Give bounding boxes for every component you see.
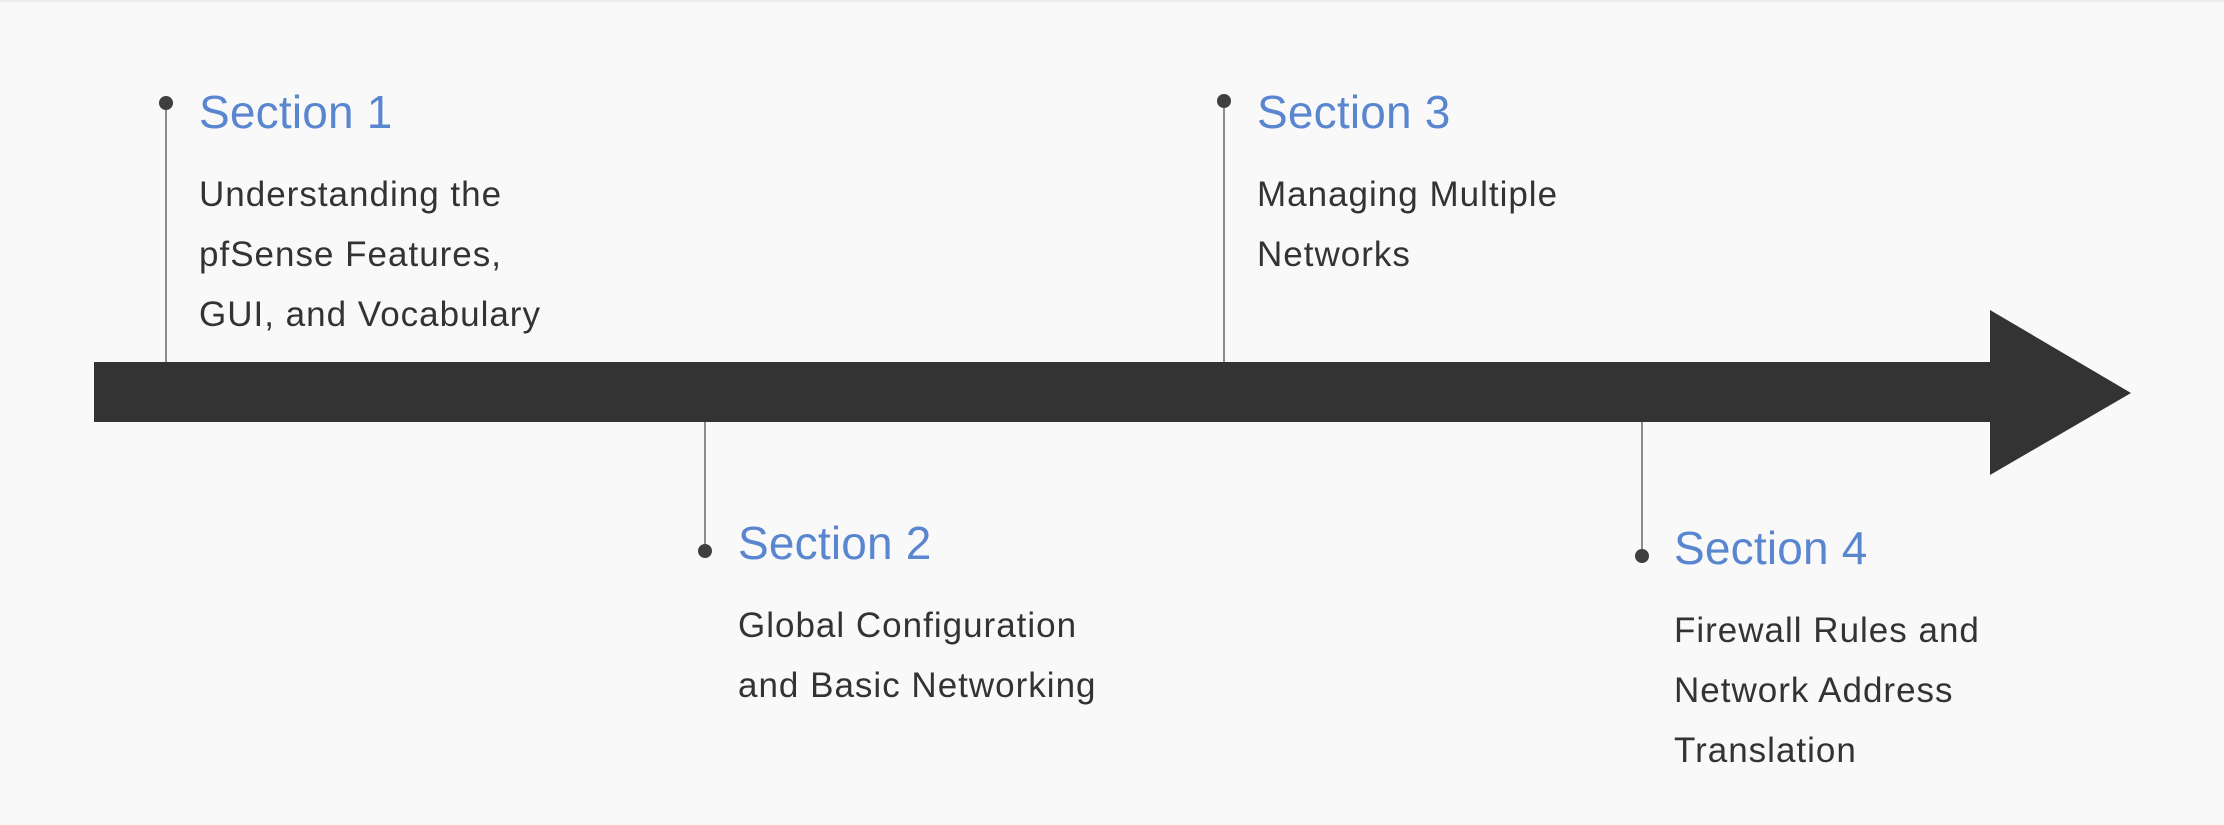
section-2-title: Section 2 — [738, 517, 932, 569]
section-4-connector — [1635, 422, 1649, 563]
section-2-marker-dot — [698, 544, 712, 558]
section-4-description-line-2: Network Address — [1674, 671, 1954, 710]
section-3-connector — [1217, 94, 1231, 362]
section-3-description-line-1: Managing Multiple — [1257, 175, 1559, 214]
section-2-connector — [698, 422, 712, 558]
section-4-description: Firewall Rules and Network Address Trans… — [1674, 601, 1980, 781]
section-4-title: Section 4 — [1674, 522, 1868, 574]
section-1-description: Understanding the pfSense Features, GUI,… — [199, 165, 541, 345]
section-4-description-line-1: Firewall Rules and — [1674, 611, 1980, 650]
section-1-description-line-2: pfSense Features, — [199, 235, 502, 274]
timeline-diagram-canvas: Section 1 Understanding the pfSense Feat… — [0, 0, 2224, 825]
timeline-arrow-shaft — [94, 362, 2001, 422]
section-2-description-line-2: and Basic Networking — [738, 666, 1097, 705]
section-1-title: Section 1 — [199, 86, 393, 138]
section-2-description: Global Configuration and Basic Networkin… — [738, 596, 1097, 716]
section-1-description-line-3: GUI, and Vocabulary — [199, 295, 541, 334]
timeline-arrow-head — [1990, 310, 2131, 475]
section-2-description-line-1: Global Configuration — [738, 606, 1078, 645]
section-3-title: Section 3 — [1257, 86, 1451, 138]
section-4-description-line-3: Translation — [1674, 731, 1857, 770]
section-1-description-line-1: Understanding the — [199, 175, 503, 214]
section-3-description-line-2: Networks — [1257, 235, 1411, 274]
section-3-description: Managing Multiple Networks — [1257, 165, 1558, 285]
section-4-marker-dot — [1635, 549, 1649, 563]
section-1-marker-dot — [159, 96, 173, 110]
section-1-connector — [159, 96, 173, 362]
section-3-marker-dot — [1217, 94, 1231, 108]
